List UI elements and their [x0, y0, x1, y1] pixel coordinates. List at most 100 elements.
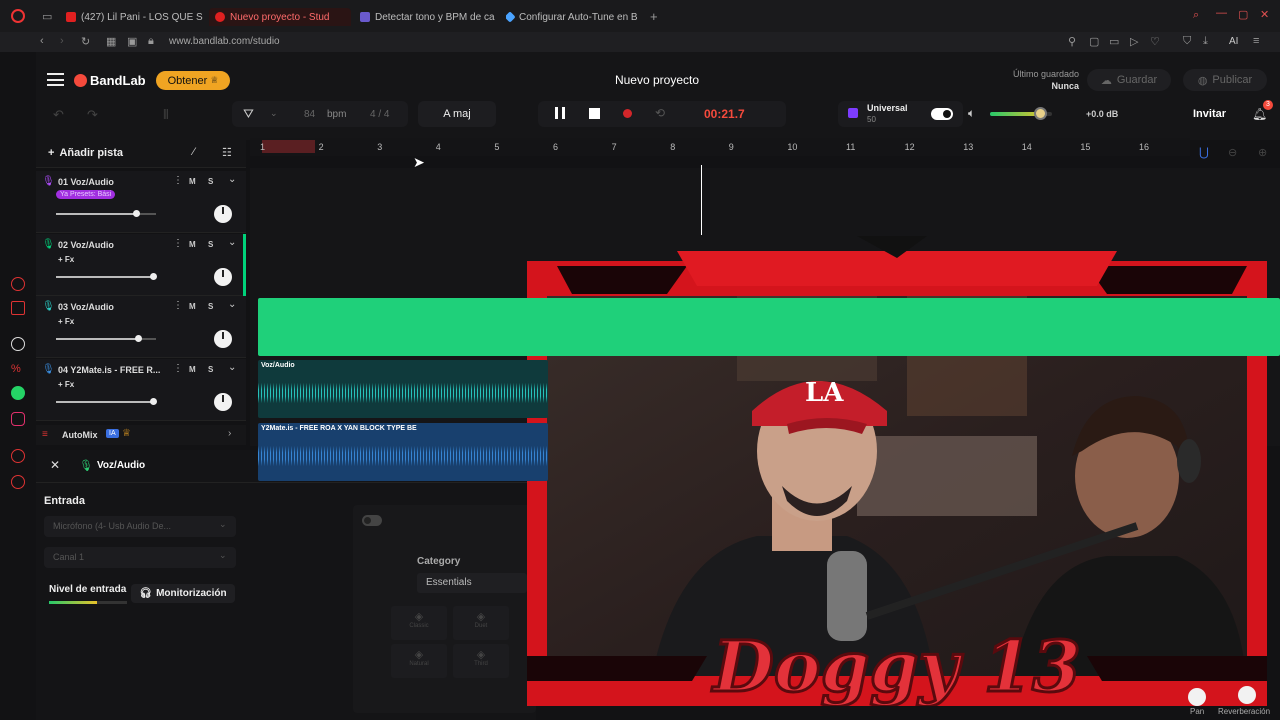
universal-value[interactable]: 50	[867, 115, 876, 124]
invite-button[interactable]: Invitar	[1193, 108, 1226, 120]
workspaces-icon[interactable]: ▭	[42, 10, 52, 23]
bandlab-logo-icon[interactable]	[74, 74, 87, 87]
get-button[interactable]: Obtener ♕	[156, 71, 230, 90]
reverb-knob[interactable]	[1238, 686, 1256, 704]
add-fx-button[interactable]: + Fx	[58, 255, 74, 264]
project-title[interactable]: Nuevo proyecto	[590, 73, 724, 87]
ad-block-icon[interactable]: ▣	[127, 35, 137, 48]
channel-select[interactable]: Canal 1 ⌄	[44, 547, 236, 568]
minimize-icon[interactable]: —	[1216, 7, 1227, 19]
track-name[interactable]: 01 Voz/Audio	[58, 177, 114, 187]
mute-button[interactable]: M	[189, 365, 196, 374]
chevron-down-icon[interactable]: ⌄	[228, 174, 236, 185]
preset-badge[interactable]: Ya Presets: Bási	[56, 190, 116, 199]
back-icon[interactable]: ‹	[40, 35, 44, 47]
forward-icon[interactable]: ›	[60, 35, 64, 47]
close-icon[interactable]: ✕	[50, 458, 60, 472]
zoom-out-icon[interactable]: ⊖	[1228, 146, 1237, 159]
track-pan-knob[interactable]	[214, 205, 232, 223]
loop-icon[interactable]: ⟲	[655, 106, 665, 120]
chevron-down-icon[interactable]: ⌄	[228, 299, 236, 310]
preset-tile[interactable]: ◈ Duet	[453, 606, 509, 640]
reload-icon[interactable]: ↻	[81, 35, 90, 48]
preset-tile[interactable]: ◈ Third	[453, 644, 509, 678]
timeline-ruler[interactable]	[250, 138, 1190, 156]
more-options-icon[interactable]: ⋮	[173, 238, 183, 249]
undo-icon[interactable]: ↶	[53, 107, 64, 123]
track-name[interactable]: 02 Voz/Audio	[58, 240, 114, 250]
autotune-icon[interactable]	[848, 108, 858, 118]
track-pan-knob[interactable]	[214, 392, 232, 411]
track-name[interactable]: 03 Voz/Audio	[58, 302, 114, 312]
mute-button[interactable]: M	[189, 177, 196, 186]
solo-button[interactable]: S	[208, 240, 213, 249]
download-icon[interactable]: ⤓	[1203, 35, 1208, 48]
effects-toggle[interactable]	[362, 515, 382, 526]
clock-icon[interactable]	[11, 449, 25, 463]
track-pan-knob[interactable]	[214, 267, 232, 286]
wand-icon[interactable]: ⁄	[193, 146, 195, 158]
more-options-icon[interactable]: ⋮	[173, 300, 183, 311]
record-icon[interactable]	[623, 109, 632, 118]
preset-tile[interactable]: ◈ Classic	[391, 606, 447, 640]
audio-clip[interactable]	[258, 297, 1280, 356]
snapshot-icon[interactable]: ▦	[106, 35, 116, 48]
track-volume-knob[interactable]	[150, 272, 157, 280]
chevron-right-icon[interactable]: ›	[228, 428, 231, 439]
add-track-button[interactable]: + Añadir pista	[48, 147, 123, 159]
save-button[interactable]: ☁︎ Guardar	[1087, 69, 1171, 91]
track-volume-knob[interactable]	[133, 210, 140, 217]
bpm-value[interactable]: 84	[304, 109, 315, 120]
sidebar-bag-icon[interactable]	[11, 301, 25, 315]
chatgpt-icon[interactable]	[11, 337, 25, 351]
category-select[interactable]: Essentials	[417, 573, 527, 593]
ai-label[interactable]: AI	[1229, 36, 1238, 47]
tab-youtube[interactable]: (427) Lil Pani - LOS QUE S	[66, 8, 206, 26]
mute-button[interactable]: M	[189, 302, 196, 311]
close-window-icon[interactable]: ✕	[1260, 8, 1269, 21]
pan-knob[interactable]	[1188, 688, 1206, 706]
heart-icon[interactable]: ♡	[1150, 35, 1160, 48]
audio-clip[interactable]: Voz/Audio	[258, 360, 548, 418]
metronome-icon[interactable]: ⛛	[243, 106, 254, 122]
stop-icon[interactable]	[589, 108, 600, 119]
solo-button[interactable]: S	[208, 302, 213, 311]
autotune-toggle[interactable]	[931, 108, 953, 120]
master-volume-slider[interactable]	[990, 107, 1052, 120]
tab-bandlab[interactable]: Nuevo proyecto - Stud	[209, 8, 351, 26]
maximize-icon[interactable]: ▢	[1238, 8, 1248, 21]
track-header[interactable]: 🎙︎ 03 Voz/Audio + Fx ⋮ M S ⌄	[36, 296, 246, 358]
track-volume-slider[interactable]	[56, 272, 157, 280]
track-volume-knob[interactable]	[135, 335, 142, 342]
sidebar-dot-icon[interactable]	[11, 277, 25, 291]
zoom-in-icon[interactable]: ⊕	[1258, 146, 1267, 159]
key-button[interactable]: A maj	[418, 101, 496, 127]
loop-region[interactable]	[262, 140, 315, 153]
menu-icon[interactable]: ≡	[1253, 35, 1259, 47]
more-options-icon[interactable]: ⋮	[173, 175, 183, 186]
time-signature[interactable]: 4 / 4	[370, 109, 389, 120]
url-field[interactable]: www.bandlab.com/studio	[169, 36, 280, 47]
play-icon[interactable]: ▷	[1130, 35, 1138, 48]
new-tab-icon[interactable]: +	[650, 9, 658, 24]
add-fx-button[interactable]: + Fx	[58, 317, 74, 326]
magnet-icon[interactable]: ⋃	[1199, 145, 1209, 159]
track-volume-slider[interactable]	[56, 210, 156, 217]
speaker-icon[interactable]: 🔈︎	[968, 106, 975, 121]
screenshot-icon[interactable]: ▢	[1089, 35, 1099, 48]
track-volume-slider[interactable]	[56, 397, 157, 405]
vpn-icon[interactable]: ▭	[1109, 35, 1119, 48]
opera-logo-icon[interactable]	[11, 9, 25, 23]
search-tabs-icon[interactable]: ⌕	[1193, 9, 1199, 22]
track-name[interactable]: 04 Y2Mate.is - FREE R...	[58, 365, 160, 375]
instagram-icon[interactable]	[11, 412, 25, 426]
wallet-icon[interactable]: ⛉	[1183, 35, 1191, 48]
sidebar-percent-icon[interactable]: %	[11, 363, 25, 377]
track-header[interactable]: 🎙︎ 01 Voz/Audio Ya Presets: Bási ⋮ M S ⌄	[36, 171, 246, 233]
master-volume-knob[interactable]	[1033, 107, 1047, 120]
tab-tunebat[interactable]: Detectar tono y BPM de ca	[360, 8, 495, 26]
more-options-icon[interactable]: ⋮	[173, 363, 183, 374]
audio-clip[interactable]: Y2Mate.is - FREE ROA X YAN BLOCK TYPE BE	[258, 422, 548, 481]
redo-icon[interactable]: ↷	[87, 107, 98, 123]
automix-row[interactable]: ≡ AutoMix IA ♕ ›	[36, 425, 246, 445]
